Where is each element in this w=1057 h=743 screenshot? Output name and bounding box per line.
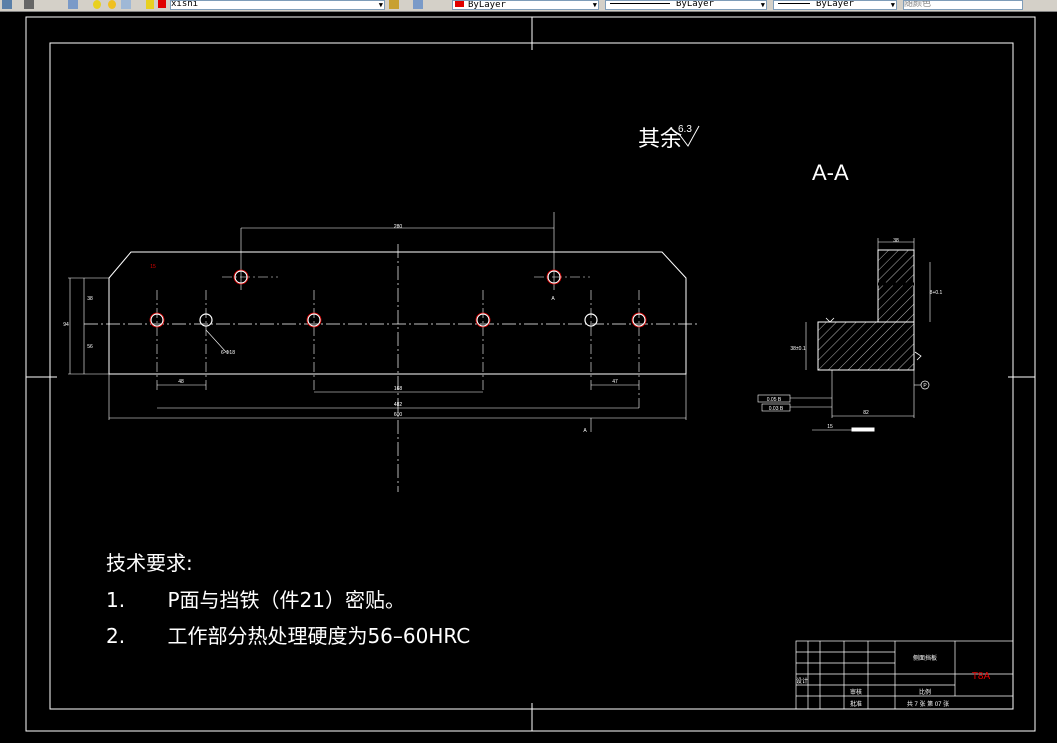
tech-item-2: 2. 工作部分热处理硬度为56–60HRC <box>106 620 470 649</box>
sec-dim-bottom: 82 <box>863 410 869 416</box>
section-lower-block <box>817 321 915 371</box>
layer-name: xishi <box>171 0 199 9</box>
layer-manager-icon[interactable] <box>68 0 78 9</box>
section-upper-block <box>877 249 915 323</box>
dim-left-total: 94 <box>63 322 69 328</box>
sun-icon[interactable] <box>108 0 116 9</box>
red-dim: 15 <box>150 264 156 270</box>
tolerance-1: 0.05 B <box>767 397 782 403</box>
section-mark: A <box>551 296 555 302</box>
layer-state-icon[interactable] <box>2 0 12 9</box>
datum-label: P <box>923 383 927 389</box>
approve-label: 批准 <box>850 700 862 708</box>
make-current-icon[interactable] <box>389 0 399 9</box>
color-swatch <box>455 1 464 7</box>
tech-item-text: P面与挡铁（件21）密贴。 <box>167 588 405 612</box>
sec-dim-top: 38 <box>893 238 899 244</box>
layer-color-swatch <box>158 0 166 8</box>
sec-dim-small: 15 <box>827 424 833 430</box>
chevron-down-icon: ▼ <box>592 1 597 9</box>
dim-left-h2: 56 <box>87 344 93 350</box>
layer-dropdown[interactable]: xishi ▼ <box>170 0 385 10</box>
layer-previous-icon[interactable] <box>413 0 423 9</box>
linetype-sample <box>610 3 670 4</box>
sheet-label: 共 7 张 第 07 张 <box>907 700 949 708</box>
color-label: ByLayer <box>468 0 506 10</box>
chevron-down-icon: ▼ <box>378 1 383 9</box>
dim-left-h1: 38 <box>87 296 93 302</box>
lineweight-label: ByLayer <box>816 0 854 9</box>
hatch-bar <box>851 427 875 432</box>
scale-label: 比例 <box>919 688 931 696</box>
designer-label: 设计 <box>796 677 808 685</box>
drawing-canvas[interactable]: 280 48 47 168 482 600 38 56 94 6-Φ18 15 … <box>0 11 1057 738</box>
tech-item-text: 工作部分热处理硬度为56–60HRC <box>167 624 471 648</box>
section-mark: A <box>583 428 587 434</box>
hole-note: 6-Φ18 <box>221 350 235 356</box>
part-name: 侧面挡板 <box>913 654 937 662</box>
front-view <box>84 228 700 492</box>
tech-item-num: 1. <box>106 588 126 612</box>
lightbulb-icon[interactable] <box>93 0 101 9</box>
front-dim-texts: 280 48 47 168 482 600 38 56 94 6-Φ18 15 … <box>63 224 618 434</box>
part-outline <box>108 251 687 375</box>
section-view <box>757 238 931 432</box>
tech-title: 技术要求: <box>106 551 193 575</box>
material: T8A <box>972 671 991 682</box>
tolerance-2: 0.03 B <box>769 406 784 412</box>
chevron-down-icon: ▼ <box>760 1 765 9</box>
dim-overall-span: 600 <box>394 412 403 418</box>
lock-icon[interactable] <box>121 0 131 9</box>
chevron-down-icon: ▼ <box>890 1 895 9</box>
surface-note: 其余 <box>638 126 682 151</box>
linetype-label: ByLayer <box>676 0 714 9</box>
roughness-symbol <box>825 317 835 323</box>
roughness-symbol <box>914 351 922 361</box>
section-label: A-A <box>812 160 849 185</box>
color-lock-icon[interactable] <box>146 0 154 9</box>
dim-right-small: 47 <box>612 379 618 385</box>
linetype-dropdown[interactable]: ByLayer ▼ <box>605 0 767 10</box>
leader-line <box>205 329 227 353</box>
lineweight-sample <box>778 3 810 4</box>
front-dimensions <box>68 212 686 432</box>
checker-label: 审核 <box>850 688 862 696</box>
dim-inner-span: 482 <box>394 402 403 408</box>
tech-item-1: 1. P面与挡铁（件21）密贴。 <box>106 584 405 613</box>
dim-center-span: 168 <box>394 386 403 392</box>
dim-top-span: 280 <box>394 224 403 230</box>
color-dropdown[interactable]: ByLayer ▼ <box>452 0 599 10</box>
tech-item-num: 2. <box>106 624 126 648</box>
dim-left-small: 48 <box>178 379 184 385</box>
plotstyle-dropdown: 随颜色 <box>903 0 1023 10</box>
lineweight-dropdown[interactable]: ByLayer ▼ <box>773 0 897 10</box>
monitor-icon[interactable] <box>24 0 34 9</box>
surface-note-value: 6.3 <box>678 124 692 135</box>
sec-dim-left: 38±0.1 <box>790 346 805 352</box>
sec-dim-right: 8+0.1 <box>930 290 943 296</box>
title-block-texts: 侧面挡板 T8A 比例 共 7 张 第 07 张 设计 审核 批准 <box>796 654 991 708</box>
plotstyle-label: 随颜色 <box>904 0 932 9</box>
